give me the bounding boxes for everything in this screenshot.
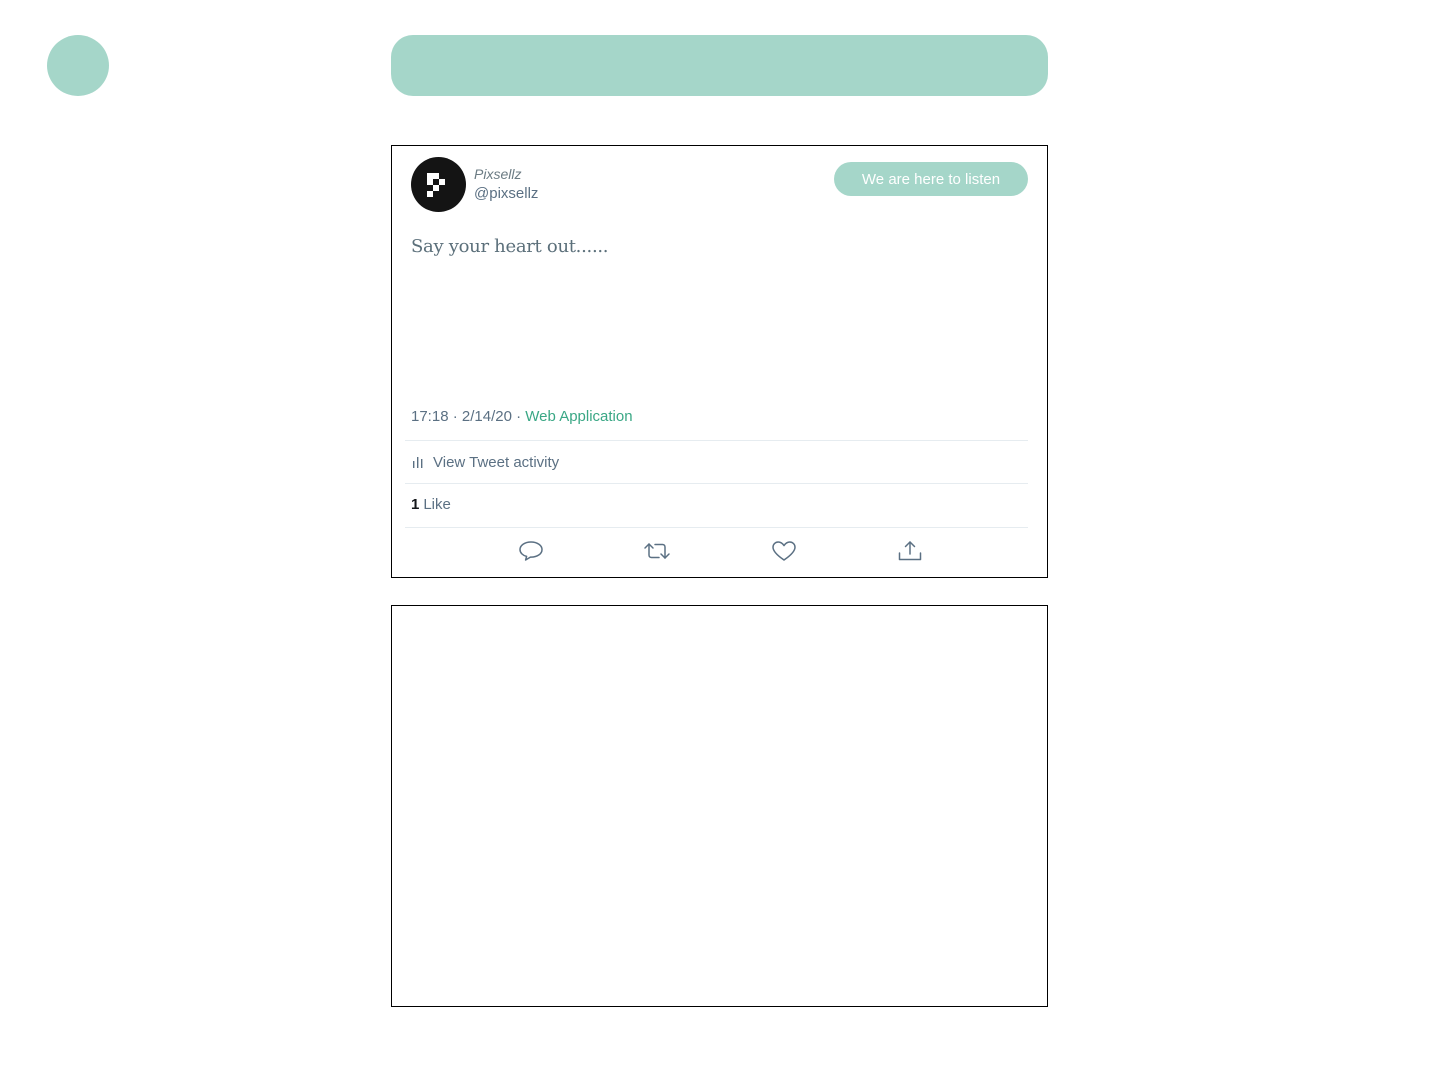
tweet-card: Pixsellz @pixsellz We are here to listen… [391,145,1048,578]
display-name[interactable]: Pixsellz [474,166,521,182]
user-avatar-button[interactable] [47,35,109,96]
user-handle[interactable]: @pixsellz [474,185,538,202]
divider [405,440,1028,441]
pixsellz-logo-icon[interactable] [411,157,466,212]
like-label: Like [423,496,451,513]
meta-separator: · [516,408,522,425]
like-count: 1 [411,496,420,513]
likes-count-link[interactable]: 1 Like [411,496,451,513]
tweet-source-link[interactable]: Web Application [525,408,632,425]
activity-label: View Tweet activity [433,453,560,471]
tweet-meta: 17:18 · 2/14/20 · Web Application [411,408,633,425]
empty-content-panel [391,605,1048,1007]
tweet-text: Say your heart out...... [411,236,609,257]
tweet-time: 17:18 [411,408,449,425]
share-icon[interactable] [895,537,925,565]
tweet-date: 2/14/20 [461,408,512,425]
page: Pixsellz @pixsellz We are here to listen… [0,0,1440,1069]
divider [405,527,1028,528]
divider [405,483,1028,484]
heart-icon[interactable] [769,537,799,565]
bar-chart-icon [411,455,425,469]
view-tweet-activity-link[interactable]: View Tweet activity [411,450,559,474]
meta-separator: · [452,408,458,425]
retweet-icon[interactable] [642,537,672,565]
reply-icon[interactable] [516,537,546,565]
top-search-bar[interactable] [391,35,1048,96]
listen-button[interactable]: We are here to listen [834,162,1028,196]
